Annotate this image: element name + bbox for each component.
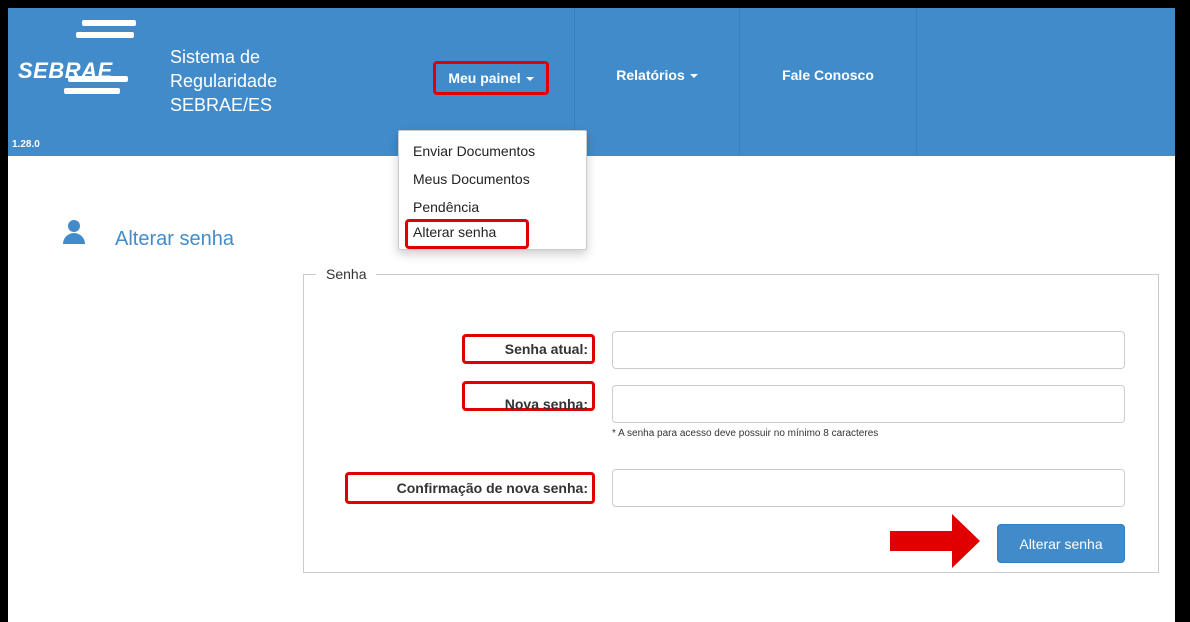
caret-down-icon xyxy=(525,77,534,82)
nav-relatorios-label: Relatórios xyxy=(616,67,685,83)
nav-relatorios[interactable]: Relatórios xyxy=(575,8,739,156)
caret-down-icon xyxy=(689,74,698,79)
nav-fale-conosco[interactable]: Fale Conosco xyxy=(740,8,916,156)
nav-fale-conosco-label: Fale Conosco xyxy=(782,67,874,83)
dropdown-item-pendencia[interactable]: Pendência xyxy=(413,199,479,215)
current-password-input[interactable] xyxy=(612,331,1125,369)
right-border xyxy=(1175,0,1190,622)
confirm-password-input[interactable] xyxy=(612,469,1125,507)
user-icon xyxy=(63,220,85,244)
user-icon-body xyxy=(63,233,85,244)
nav-meu-painel-highlight: Meu painel xyxy=(433,61,549,95)
current-password-label: Senha atual: xyxy=(504,341,588,357)
password-hint: * A senha para acesso deve possuir no mí… xyxy=(612,428,879,439)
new-password-label: Nova senha: xyxy=(504,396,588,412)
right-arrow-icon xyxy=(890,514,980,568)
app-title-line1: Sistema de xyxy=(170,47,261,67)
dropdown-item-alterar-senha[interactable]: Alterar senha xyxy=(413,224,496,240)
version-label: 1.28.0 xyxy=(12,139,40,150)
sebrae-logo[interactable]: SEBRAE xyxy=(18,20,158,100)
dropdown-item-meus-documentos[interactable]: Meus Documentos xyxy=(413,171,530,187)
app-window: SEBRAE Sistema de Regularidade SEBRAE/ES… xyxy=(8,8,1175,622)
meu-painel-dropdown: Enviar Documentos Meus Documentos Pendên… xyxy=(398,130,587,250)
alterar-senha-button[interactable]: Alterar senha xyxy=(997,524,1125,563)
nav-meu-painel-label: Meu painel xyxy=(448,70,521,86)
app-title-line2: Regularidade xyxy=(170,71,278,91)
dropdown-item-enviar-documentos[interactable]: Enviar Documentos xyxy=(413,143,535,159)
user-icon-head xyxy=(68,220,80,232)
confirm-password-label: Confirmação de nova senha: xyxy=(396,480,588,496)
nav-relatorios-label-wrap: Relatórios xyxy=(604,61,709,89)
page-title: Alterar senha xyxy=(115,228,234,250)
new-password-input[interactable] xyxy=(612,385,1125,423)
logo-text: SEBRAE xyxy=(18,58,113,83)
nav-separator xyxy=(916,8,917,156)
top-navbar: SEBRAE Sistema de Regularidade SEBRAE/ES… xyxy=(8,8,1175,156)
app-title: Sistema de Regularidade SEBRAE/ES xyxy=(170,45,277,117)
app-title-line3: SEBRAE/ES xyxy=(170,95,273,115)
fieldset-legend: Senha xyxy=(326,266,367,282)
